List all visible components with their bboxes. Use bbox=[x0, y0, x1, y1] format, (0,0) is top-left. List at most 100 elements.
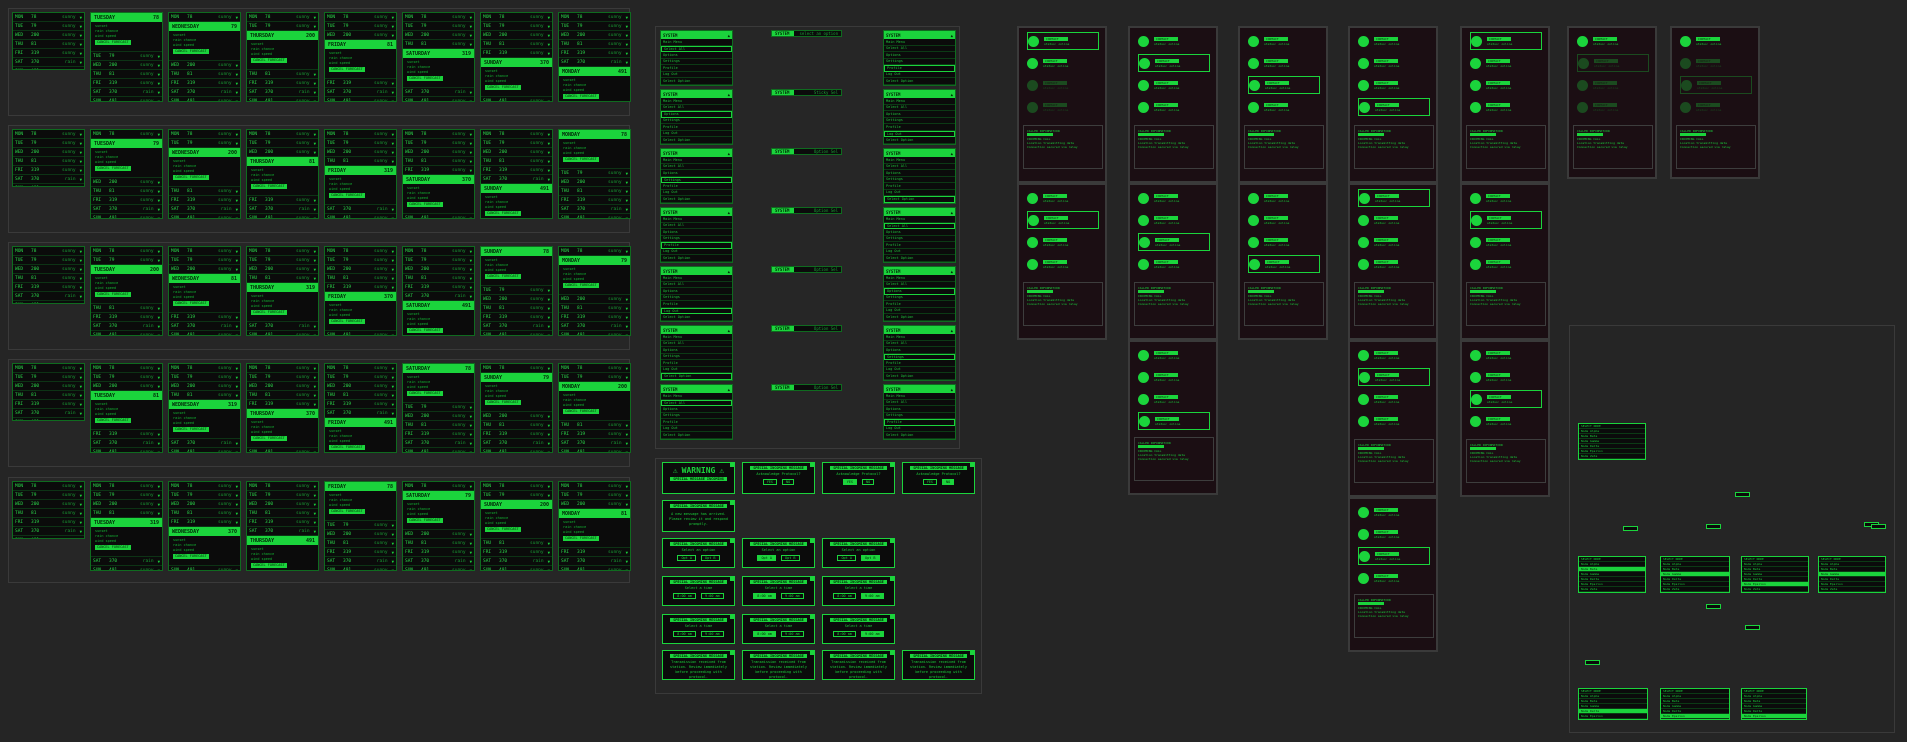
contact-item[interactable]: CONTACT NAME status: online bbox=[1680, 98, 1752, 116]
chevron-down-icon[interactable]: ▼ bbox=[80, 60, 82, 65]
contact-item[interactable]: CONTACT NAME status: online bbox=[1248, 76, 1320, 94]
day-row[interactable]: TUE 79 sunny ▼ bbox=[481, 22, 552, 31]
chevron-down-icon[interactable]: ▼ bbox=[392, 150, 394, 155]
day-expanded-header[interactable]: TUESDAY 200 bbox=[91, 265, 162, 274]
day-row[interactable]: SUN491sunny▼ bbox=[325, 214, 396, 219]
dropdown-header[interactable]: SYSTEM ▲ bbox=[884, 149, 955, 157]
chevron-down-icon[interactable]: ▼ bbox=[548, 99, 550, 102]
cancel-tag[interactable]: CANCEL FORECAST bbox=[407, 518, 443, 523]
chevron-down-icon[interactable]: ▼ bbox=[236, 484, 238, 489]
chevron-down-icon[interactable]: ▼ bbox=[236, 333, 238, 336]
chevron-down-icon[interactable]: ▼ bbox=[314, 207, 316, 212]
chevron-down-icon[interactable]: ▼ bbox=[80, 520, 82, 525]
contact-item[interactable]: CONTACT NAME status: online bbox=[1248, 233, 1320, 251]
chevron-down-icon[interactable]: ▼ bbox=[236, 132, 238, 137]
chevron-down-icon[interactable]: ▼ bbox=[470, 441, 472, 446]
day-row[interactable]: WED 200 sunny ▼ bbox=[559, 31, 630, 40]
dropdown-option[interactable]: Select Option bbox=[884, 137, 955, 144]
chevron-down-icon[interactable]: ▼ bbox=[158, 366, 160, 371]
chevron-down-icon[interactable]: ▼ bbox=[314, 384, 316, 389]
day-row[interactable]: FRI 319 sunny ▼ bbox=[325, 548, 396, 557]
day-row[interactable]: FRI 319 sunny ▼ bbox=[403, 166, 474, 175]
chevron-down-icon[interactable]: ▼ bbox=[236, 189, 238, 194]
day-row[interactable]: SAT 370 rain ▼ bbox=[481, 175, 552, 184]
day-row[interactable]: SUN491sunny▼ bbox=[325, 97, 396, 102]
day-row[interactable]: MON 78 sunny ▼ bbox=[481, 130, 552, 139]
day-row[interactable]: FRI 319 sunny ▼ bbox=[247, 518, 318, 527]
chevron-down-icon[interactable]: ▼ bbox=[626, 216, 628, 219]
chevron-down-icon[interactable]: ▼ bbox=[626, 484, 628, 489]
chevron-down-icon[interactable]: ▼ bbox=[392, 216, 394, 219]
cancel-tag[interactable]: CANCEL FORECAST bbox=[251, 563, 287, 568]
chevron-down-icon[interactable]: ▼ bbox=[548, 484, 550, 489]
chevron-down-icon[interactable]: ▼ bbox=[314, 450, 316, 453]
contact-item[interactable]: CONTACT NAME status: online bbox=[1138, 412, 1210, 430]
chevron-down-icon[interactable]: ▼ bbox=[548, 132, 550, 137]
chevron-down-icon[interactable]: ▼ bbox=[626, 333, 628, 336]
chevron-down-icon[interactable]: ▼ bbox=[392, 159, 394, 164]
chevron-down-icon[interactable]: ▼ bbox=[80, 502, 82, 507]
day-row[interactable]: WED 200 sunny ▼ bbox=[91, 500, 162, 509]
chevron-down-icon[interactable]: ▼ bbox=[80, 168, 82, 173]
day-row[interactable]: MON 78 sunny ▼ bbox=[559, 482, 630, 491]
day-row[interactable]: TUE 79 sunny ▼ bbox=[559, 169, 630, 178]
cancel-tag[interactable]: CANCEL FORECAST bbox=[407, 202, 443, 207]
day-row[interactable]: FRI 319 sunny ▼ bbox=[403, 283, 474, 292]
chevron-down-icon[interactable]: ▼ bbox=[470, 90, 472, 95]
chevron-down-icon[interactable]: ▼ bbox=[548, 432, 550, 437]
contact-item[interactable]: CONTACT NAME status: online bbox=[1358, 211, 1430, 229]
chevron-down-icon[interactable]: ▼ bbox=[80, 366, 82, 371]
day-row[interactable]: FRI 319 sunny ▼ bbox=[169, 313, 240, 322]
contact-item[interactable]: CONTACT NAME status: online bbox=[1358, 54, 1430, 72]
day-row[interactable]: SUN491sunny▼ bbox=[325, 566, 396, 571]
day-expanded-header[interactable]: SATURDAY 319 bbox=[403, 49, 474, 58]
day-row[interactable]: WED 200 sunny ▼ bbox=[247, 148, 318, 157]
day-row[interactable]: SAT 370 rain ▼ bbox=[169, 88, 240, 97]
contact-item[interactable]: CONTACT NAME status: online bbox=[1138, 32, 1210, 50]
day-row[interactable]: MON 78 sunny ▼ bbox=[91, 364, 162, 373]
time-b-button[interactable]: 9:00 am bbox=[701, 593, 724, 599]
chevron-down-icon[interactable]: ▼ bbox=[392, 523, 394, 528]
day-row[interactable]: FRI 319 sunny ▼ bbox=[559, 548, 630, 557]
day-row[interactable]: FRI 319 sunny ▼ bbox=[481, 548, 552, 557]
day-row[interactable]: SUN491sunny▼ bbox=[13, 418, 84, 421]
day-row[interactable]: TUE 79 sunny ▼ bbox=[13, 139, 84, 148]
chevron-down-icon[interactable]: ▼ bbox=[80, 24, 82, 29]
dropdown-option[interactable]: Select Option bbox=[661, 432, 732, 439]
option-a-button[interactable]: Opt A bbox=[677, 555, 696, 561]
day-row[interactable]: MON 78 sunny ▼ bbox=[403, 482, 474, 491]
node-option[interactable]: Node Epsilon bbox=[1661, 714, 1729, 719]
cancel-tag[interactable]: CANCEL FORECAST bbox=[407, 76, 443, 81]
chevron-down-icon[interactable]: ▼ bbox=[158, 189, 160, 194]
contact-item[interactable]: CONTACT NAME status: online bbox=[1577, 32, 1649, 50]
day-row[interactable]: WED 200 sunny ▼ bbox=[559, 295, 630, 304]
contact-item[interactable]: CONTACT NAME status: online bbox=[1248, 32, 1320, 50]
chevron-down-icon[interactable]: ▼ bbox=[80, 529, 82, 534]
day-row[interactable]: THU 81 sunny ▼ bbox=[169, 187, 240, 196]
option-b-button[interactable]: Opt B bbox=[861, 555, 880, 561]
chevron-down-icon[interactable]: ▼ bbox=[236, 207, 238, 212]
option-a-button[interactable]: Opt A bbox=[757, 555, 776, 561]
node-chip[interactable] bbox=[1706, 604, 1721, 609]
chevron-down-icon[interactable]: ▼ bbox=[80, 150, 82, 155]
day-row[interactable]: THU 81 sunny ▼ bbox=[13, 274, 84, 283]
day-row[interactable]: SUN491sunny▼ bbox=[169, 97, 240, 102]
day-row[interactable]: FRI 319 sunny ▼ bbox=[13, 518, 84, 527]
chevron-down-icon[interactable]: ▼ bbox=[80, 420, 82, 421]
chevron-down-icon[interactable]: ▼ bbox=[626, 33, 628, 38]
day-row[interactable]: TUE 79 sunny ▼ bbox=[169, 139, 240, 148]
day-row[interactable]: THU 81 sunny ▼ bbox=[403, 157, 474, 166]
chevron-down-icon[interactable]: ▼ bbox=[236, 72, 238, 77]
yes-button[interactable]: YES bbox=[762, 479, 778, 485]
chevron-down-icon[interactable]: ▼ bbox=[80, 484, 82, 489]
chevron-down-icon[interactable]: ▼ bbox=[158, 90, 160, 95]
contact-item[interactable]: CONTACT NAME status: online bbox=[1470, 76, 1542, 94]
node-option[interactable]: Node Zeta bbox=[1819, 587, 1885, 592]
chevron-down-icon[interactable]: ▼ bbox=[80, 51, 82, 56]
chevron-down-icon[interactable]: ▼ bbox=[548, 168, 550, 173]
chevron-down-icon[interactable]: ▼ bbox=[392, 276, 394, 281]
chevron-down-icon[interactable]: ▼ bbox=[548, 366, 550, 371]
chevron-down-icon[interactable]: ▼ bbox=[470, 532, 472, 537]
day-expanded-header[interactable]: TUESDAY 79 bbox=[91, 139, 162, 148]
chevron-down-icon[interactable]: ▼ bbox=[158, 511, 160, 516]
